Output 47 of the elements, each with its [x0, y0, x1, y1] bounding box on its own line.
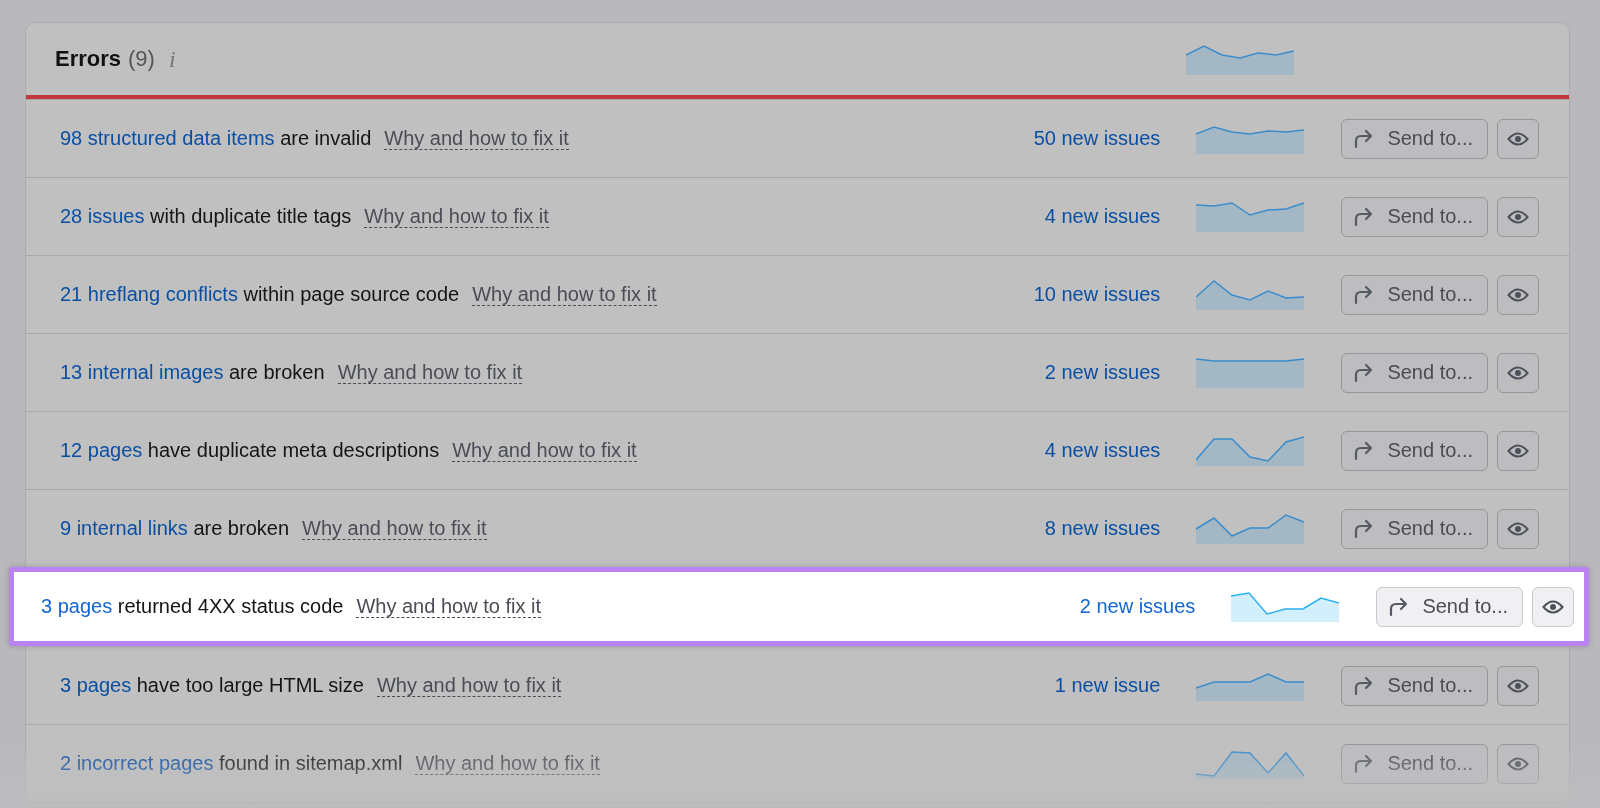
help-link[interactable]: Why and how to fix it — [472, 283, 657, 306]
issue-link[interactable]: 12 pages — [60, 439, 143, 461]
issue-text: 2 incorrect pages found in sitemap.xml — [60, 752, 403, 775]
help-link[interactable]: Why and how to fix it — [356, 595, 541, 618]
help-link[interactable]: Why and how to fix it — [452, 439, 637, 462]
send-to-button[interactable]: Send to... — [1341, 118, 1488, 159]
send-to-button[interactable]: Send to... — [1341, 352, 1488, 393]
help-link[interactable]: Why and how to fix it — [302, 517, 487, 540]
new-issues-link[interactable]: 8 new issues — [960, 517, 1161, 540]
send-to-button[interactable]: Send to... — [1341, 508, 1488, 549]
new-issues-link[interactable]: 4 new issues — [960, 205, 1161, 228]
send-to-button[interactable]: Send to... — [1341, 743, 1488, 784]
info-icon[interactable]: i — [168, 45, 176, 73]
help-link[interactable]: Why and how to fix it — [384, 127, 569, 150]
issue-text: 3 pages have too large HTML size — [60, 674, 364, 697]
issue-text: 28 issues with duplicate title tags — [60, 205, 352, 228]
send-to-button[interactable]: Send to... — [1341, 274, 1488, 315]
send-to-button[interactable]: Send to... — [1341, 196, 1488, 237]
send-to-button[interactable]: Send to... — [1376, 586, 1523, 627]
new-issues-link[interactable]: 4 new issues — [960, 439, 1161, 462]
new-issues-link[interactable]: 2 new issues — [995, 595, 1196, 618]
issue-link[interactable]: 13 internal images — [60, 361, 224, 383]
issue-link[interactable]: 9 internal links — [60, 517, 188, 539]
help-link[interactable]: Why and how to fix it — [415, 752, 600, 775]
issue-text: 21 hreflang conflicts within page source code — [60, 283, 460, 306]
new-issues-link[interactable]: 50 new issues — [960, 127, 1161, 150]
error-count: (9) — [128, 46, 155, 72]
issue-link[interactable]: 98 structured data items — [60, 127, 275, 149]
issue-text: 12 pages have duplicate meta descriptions — [60, 439, 440, 462]
new-issues-link[interactable]: 2 new issues — [960, 361, 1161, 384]
help-link[interactable]: Why and how to fix it — [337, 361, 523, 384]
send-to-button[interactable]: Send to... — [1341, 430, 1488, 471]
issue-text: 98 structured data items are invalid — [60, 127, 372, 150]
issue-text: 13 internal images are broken — [60, 361, 325, 384]
issue-link[interactable]: 3 pages — [60, 674, 132, 696]
help-link[interactable]: Why and how to fix it — [364, 205, 549, 228]
help-link[interactable]: Why and how to fix it — [376, 674, 562, 697]
issue-link[interactable]: 21 hreflang conflicts — [60, 283, 238, 305]
issue-link[interactable]: 28 issues — [60, 205, 145, 227]
issue-text: 9 internal links are broken — [60, 517, 290, 540]
new-issues-link[interactable]: 1 new issue — [960, 674, 1161, 697]
panel-title: Errors — [55, 46, 122, 72]
new-issues-link[interactable]: 10 new issues — [960, 283, 1161, 306]
send-to-button[interactable]: Send to... — [1341, 665, 1488, 706]
issue-link[interactable]: 2 incorrect pages — [60, 752, 214, 774]
issue-text: 3 pages returned 4XX status code — [41, 595, 344, 618]
issue-link[interactable]: 3 pages — [41, 595, 113, 617]
